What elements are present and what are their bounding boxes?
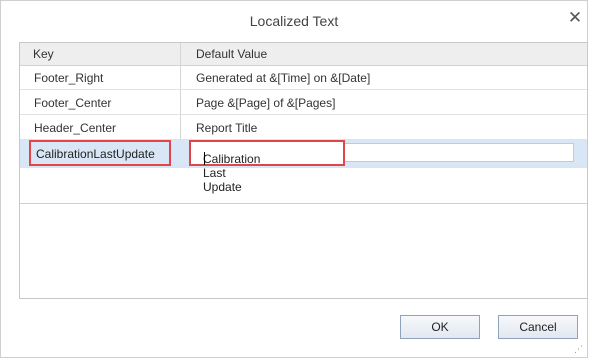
- value-cell[interactable]: Report Title: [196, 121, 257, 135]
- dialog-title: Localized Text: [249, 13, 339, 29]
- column-separator: [180, 90, 181, 114]
- column-header-key[interactable]: Key: [33, 47, 54, 61]
- dialog-titlebar: Localized Text ✕: [1, 1, 587, 39]
- value-cell[interactable]: Page &[Page] of &[Pages]: [196, 96, 335, 110]
- localized-text-dialog: Localized Text ✕ Key Default Value Foote…: [0, 0, 588, 358]
- key-cell[interactable]: Header_Center: [34, 121, 116, 135]
- column-header-default-value[interactable]: Default Value: [196, 47, 267, 61]
- value-cell[interactable]: Generated at &[Time] on &[Date]: [196, 71, 370, 85]
- key-cell[interactable]: Footer_Center: [34, 96, 111, 110]
- text-caret: [204, 152, 205, 165]
- close-icon[interactable]: ✕: [567, 9, 583, 26]
- key-cell-text: CalibrationLastUpdate: [36, 147, 155, 161]
- table-row-selected[interactable]: CalibrationLastUpdate Calibration Last U…: [20, 140, 587, 194]
- column-separator: [180, 65, 181, 89]
- localized-text-grid: Key Default Value Footer_Right Generated…: [19, 42, 588, 299]
- table-row[interactable]: Header_Center Report Title: [20, 115, 587, 140]
- column-separator[interactable]: [180, 43, 181, 65]
- grid-header-row: Key Default Value: [20, 43, 587, 66]
- key-cell[interactable]: Footer_Right: [34, 71, 103, 85]
- ok-button[interactable]: OK: [400, 315, 480, 339]
- value-cell-highlighted[interactable]: Calibration Last Update: [189, 140, 345, 194]
- key-cell-highlighted[interactable]: CalibrationLastUpdate: [29, 140, 171, 166]
- resize-grip-icon[interactable]: ⋰: [574, 344, 584, 354]
- column-separator: [180, 115, 181, 139]
- table-row[interactable]: Footer_Right Generated at &[Time] on &[D…: [20, 65, 587, 90]
- table-row[interactable]: Footer_Center Page &[Page] of &[Pages]: [20, 90, 587, 115]
- table-row-empty[interactable]: [20, 168, 587, 204]
- cancel-button[interactable]: Cancel: [498, 315, 578, 339]
